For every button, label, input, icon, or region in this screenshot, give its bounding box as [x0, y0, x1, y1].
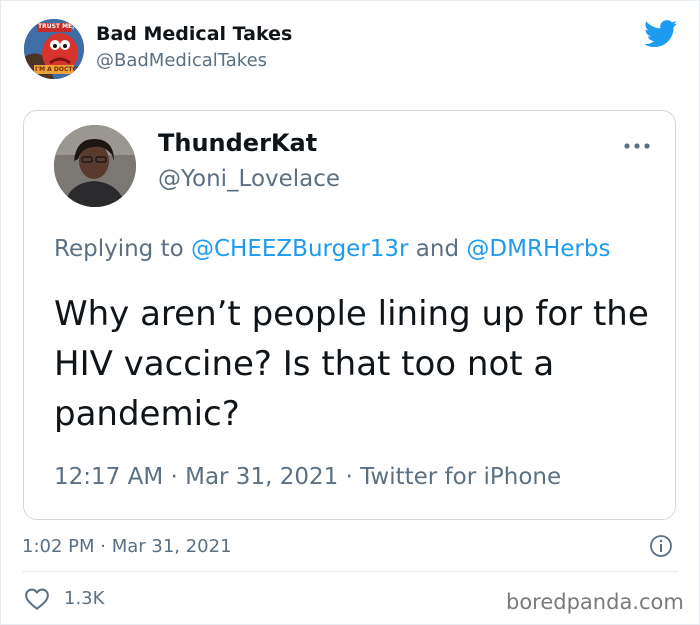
quoted-author-avatar[interactable]: [54, 125, 136, 207]
heart-icon[interactable]: [24, 587, 50, 611]
quoted-tweet-meta[interactable]: 12:17 AM · Mar 31, 2021 · Twitter for iP…: [54, 464, 561, 490]
replying-to-line: Replying to @CHEEZBurger13r and @DMRHerb…: [54, 236, 610, 262]
replying-prefix: Replying to: [54, 236, 191, 262]
avatar-badge-top: TRUST ME,: [38, 23, 75, 30]
quoted-tweet-text: Why aren’t people lining up for the HIV …: [54, 294, 649, 434]
twitter-bird-icon[interactable]: [644, 20, 678, 48]
author-handle[interactable]: @BadMedicalTakes: [96, 50, 267, 71]
quoted-author-handle[interactable]: @Yoni_Lovelace: [158, 166, 340, 192]
quoted-author-name[interactable]: ThunderKat: [158, 129, 317, 157]
and-word: and: [408, 236, 467, 262]
like-count[interactable]: 1.3K: [64, 588, 104, 609]
author-avatar[interactable]: TRUST ME, I'M A DOCTOR: [24, 19, 84, 79]
quoted-tweet-card[interactable]: ThunderKat @Yoni_Lovelace Replying to @C…: [23, 110, 676, 520]
footer-divider: [22, 571, 678, 572]
info-icon[interactable]: [649, 534, 673, 558]
avatar-badge-bottom: I'M A DOCTOR: [35, 66, 83, 73]
avatar-photo: [54, 125, 136, 207]
tweet-timestamp[interactable]: 1:02 PM · Mar 31, 2021: [22, 536, 232, 557]
mention-link-2[interactable]: @DMRHerbs: [466, 236, 610, 262]
more-options-icon[interactable]: [622, 141, 652, 151]
source-watermark: boredpanda.com: [506, 590, 684, 614]
author-name[interactable]: Bad Medical Takes: [96, 23, 292, 45]
mention-link-1[interactable]: @CHEEZBurger13r: [191, 236, 409, 262]
